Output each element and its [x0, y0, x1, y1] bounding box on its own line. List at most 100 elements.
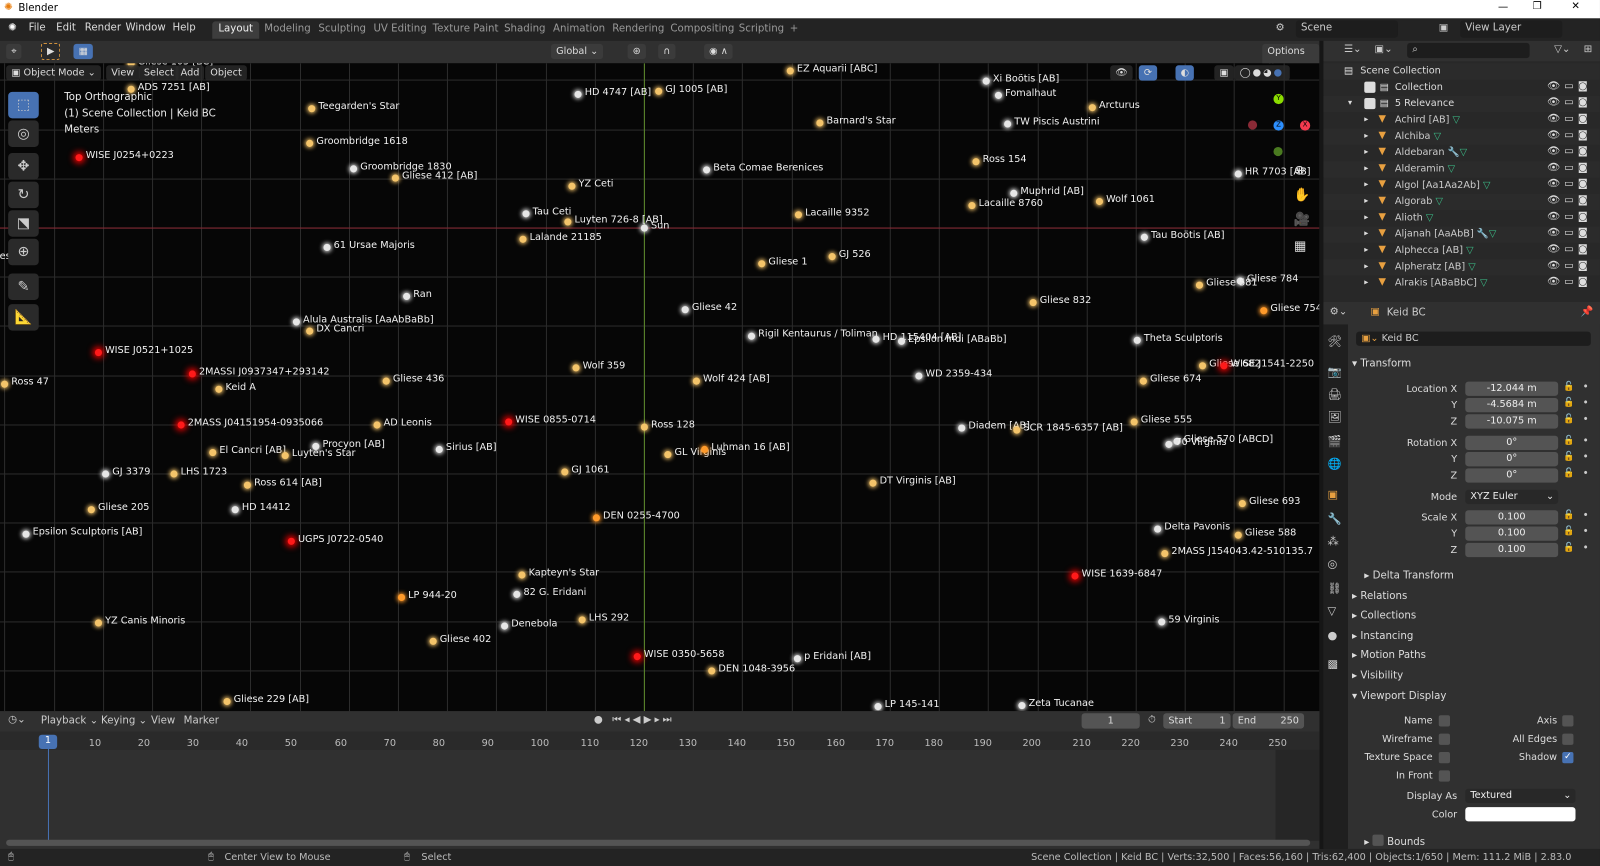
star-marker[interactable] — [592, 514, 600, 522]
star-marker[interactable] — [391, 174, 399, 182]
star-marker[interactable] — [22, 530, 30, 538]
star-marker[interactable] — [640, 224, 648, 232]
expand-arrow-icon[interactable]: ▸ — [1364, 147, 1368, 156]
star-marker[interactable] — [306, 327, 314, 335]
rotation-y-field[interactable]: 0° — [1465, 452, 1559, 467]
exclude-checkbox[interactable] — [1364, 97, 1376, 110]
star-marker[interactable] — [518, 571, 526, 579]
outliner-object[interactable]: ▸ ▼ Alpheratz [AB] ▽ 👁▭◙ — [1323, 259, 1600, 276]
star-marker[interactable] — [1133, 336, 1141, 344]
star-marker[interactable] — [655, 87, 663, 95]
scale-y-field[interactable]: 0.100 — [1465, 526, 1559, 541]
star-marker[interactable] — [75, 154, 83, 162]
visibility-toggles[interactable]: 👁▭◙ — [1547, 162, 1592, 173]
star-marker[interactable] — [1010, 189, 1018, 197]
tab-uv-editing[interactable]: UV Editing — [367, 21, 432, 38]
tab-scripting[interactable]: Scripting — [733, 21, 791, 38]
star-marker[interactable] — [572, 364, 580, 372]
outliner-object[interactable]: ▸ ▼ Alchiba ▽ 👁▭◙ — [1323, 128, 1600, 145]
keyframe-dot[interactable]: • — [1583, 452, 1589, 463]
navigation-gizmo[interactable]: Y Z X — [1247, 92, 1311, 157]
physics-tab-icon[interactable]: ◎ — [1328, 557, 1338, 570]
star-marker[interactable] — [568, 182, 576, 190]
expand-arrow-icon[interactable]: ▸ — [1364, 163, 1368, 172]
visibility-toggles[interactable]: 👁▭◙ — [1547, 244, 1592, 255]
star-marker[interactable] — [382, 377, 390, 385]
particles-tab-icon[interactable]: ⁂ — [1328, 535, 1339, 548]
shading-mode-icons[interactable]: ◯●◕● — [1234, 65, 1290, 81]
star-marker[interactable] — [1095, 197, 1104, 206]
texture-tab-icon[interactable]: ▩ — [1328, 657, 1339, 670]
timeline-menu-marker[interactable]: Marker — [184, 715, 219, 726]
scale-x-field[interactable]: 0.100 — [1465, 510, 1559, 525]
visibility-toggles[interactable]: 👁▭◙ — [1547, 277, 1592, 288]
star-marker[interactable] — [397, 593, 406, 602]
star-marker[interactable] — [1140, 233, 1148, 241]
zoom-view-icon[interactable]: ⊕ — [1294, 163, 1305, 178]
material-tab-icon[interactable]: ● — [1328, 629, 1338, 642]
star-marker[interactable] — [94, 619, 103, 627]
bounds-subpanel[interactable]: ▸ Bounds — [1364, 834, 1425, 848]
select-mode-new-icon[interactable]: ▦ — [73, 43, 93, 60]
star-marker[interactable] — [323, 243, 331, 252]
star-marker[interactable] — [209, 448, 217, 457]
rotation-mode-select[interactable]: XYZ Euler ⌄ — [1465, 489, 1559, 505]
star-marker[interactable] — [968, 202, 976, 210]
modifier-tab-icon[interactable]: 🔧 — [1328, 512, 1342, 525]
outliner-search-input[interactable]: ⌕ — [1407, 42, 1530, 59]
star-marker[interactable] — [505, 418, 513, 426]
filter-view-icon[interactable]: ▣⌄ — [1374, 44, 1392, 55]
vd-shadow-checkbox[interactable]: ✓ — [1562, 752, 1574, 764]
tab-modeling[interactable]: Modeling — [258, 21, 317, 38]
3d-viewport[interactable]: Gliese 105 [BC]ADS 7251 [AB]EZ Aquarii [… — [0, 63, 1320, 712]
star-marker[interactable] — [972, 158, 980, 166]
timeline-menu-keying[interactable]: Keying ⌄ — [101, 715, 147, 726]
star-marker[interactable] — [1220, 362, 1228, 370]
vd-in-front-checkbox[interactable] — [1438, 770, 1450, 782]
star-marker[interactable] — [1234, 170, 1242, 178]
visibility-toggles[interactable]: 👁▭◙ — [1547, 130, 1592, 141]
annotate-tool[interactable]: ✎ — [8, 273, 39, 300]
vd-axis-checkbox[interactable] — [1562, 715, 1574, 727]
horizontal-scrollbar[interactable] — [6, 839, 1311, 846]
expand-arrow-icon[interactable]: ▸ — [1364, 278, 1368, 287]
star-marker[interactable] — [287, 537, 295, 545]
star-marker[interactable] — [1018, 702, 1026, 710]
star-marker[interactable] — [874, 703, 882, 711]
view-layer-icon[interactable]: ▣ — [1439, 22, 1449, 33]
current-frame-field[interactable]: 1 — [1081, 713, 1140, 729]
outliner-object[interactable]: ▸ ▼ Algol [Aa1Aa2Ab] ▽ 👁▭◙ — [1323, 178, 1600, 194]
lock-icon[interactable]: 🔓 — [1563, 436, 1574, 446]
star-marker[interactable] — [692, 377, 700, 385]
view-layer-selector[interactable]: View Layer — [1460, 20, 1563, 38]
star-marker[interactable] — [1198, 362, 1207, 370]
menu-window[interactable]: Window — [126, 22, 166, 33]
timeline-menu-view[interactable]: View — [151, 715, 175, 726]
star-marker[interactable] — [758, 260, 766, 268]
star-marker[interactable] — [816, 119, 824, 127]
camera-view-icon[interactable]: 🎥 — [1294, 212, 1311, 227]
measure-tool[interactable]: 📐 — [8, 304, 39, 331]
scale-z-field[interactable]: 0.100 — [1465, 542, 1559, 558]
star-marker[interactable] — [513, 590, 521, 598]
star-marker[interactable] — [349, 165, 358, 173]
star-marker[interactable] — [982, 77, 990, 85]
star-marker[interactable] — [1154, 525, 1162, 533]
star-marker[interactable] — [170, 470, 178, 478]
rotation-z-field[interactable]: 0° — [1465, 468, 1559, 483]
star-marker[interactable] — [308, 105, 316, 113]
transform-tool[interactable]: ⊕ — [8, 238, 39, 266]
viewport-menu-add[interactable]: Add — [175, 65, 205, 81]
star-marker[interactable] — [292, 318, 300, 326]
record-button[interactable]: ● — [594, 714, 603, 725]
maximize-button[interactable]: ❐ — [1533, 1, 1542, 12]
outliner-collection[interactable]: ▾ ▤ 5 Relevance 👁▭◙ — [1323, 95, 1600, 113]
bounds-checkbox[interactable] — [1372, 834, 1384, 846]
outliner-object[interactable]: ▸ ▼ Aljanah [AaAbB] 🔧▽ 👁▭◙ — [1323, 226, 1600, 243]
tab-shading[interactable]: Shading — [498, 21, 552, 38]
editor-type-icon[interactable]: ◷⌄ — [8, 714, 25, 725]
star-marker[interactable] — [897, 337, 906, 345]
keyframe-dot[interactable]: • — [1583, 468, 1589, 479]
expand-arrow-icon[interactable]: ▸ — [1364, 180, 1368, 189]
outliner-object[interactable]: ▸ ▼ Alphecca [AB] ▽ 👁▭◙ — [1323, 243, 1600, 259]
